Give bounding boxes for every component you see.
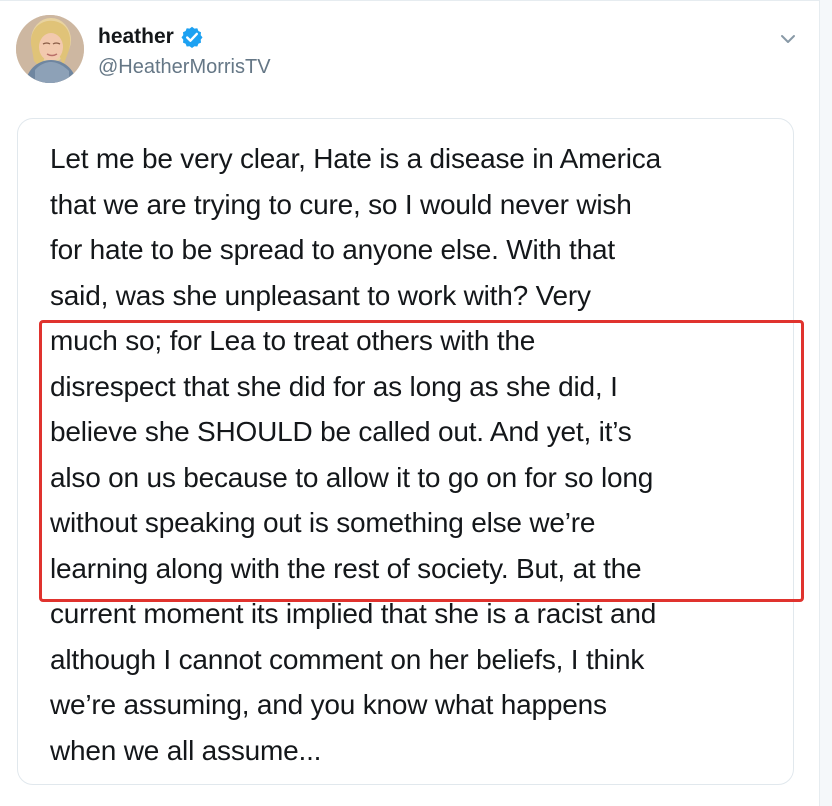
tweet-text-line: we’re assuming, and you know what happen… — [50, 689, 607, 720]
tweet-header: heather @HeatherMorrisTV — [16, 15, 801, 87]
tweet-text: Let me be very clear, Hate is a disease … — [50, 136, 794, 773]
tweet-text-line: for hate to be spread to anyone else. Wi… — [50, 234, 615, 265]
tweet-menu-button[interactable] — [774, 25, 802, 53]
display-name-row: heather — [98, 24, 204, 50]
tweet-text-line: disrespect that she did for as long as s… — [50, 370, 618, 402]
tweet-text-line: believe she SHOULD be called out. And ye… — [50, 416, 632, 447]
tweet-text-line: without speaking out is something else w… — [50, 507, 596, 538]
user-handle[interactable]: @HeatherMorrisTV — [98, 55, 271, 79]
chevron-down-icon — [781, 35, 795, 43]
tweet-text-line: that we are trying to cure, so I would n… — [50, 188, 632, 220]
top-divider — [0, 0, 832, 1]
display-name[interactable]: heather — [98, 24, 174, 50]
tweet-text-line: when we all assume... — [50, 734, 322, 766]
tweet-text-line: although I cannot comment on her beliefs… — [50, 643, 645, 675]
tweet-text-line: said, was she unpleasant to work with? V… — [50, 279, 591, 311]
tweet-text-line: also on us because to allow it to go on … — [50, 461, 654, 493]
scrollbar-track[interactable] — [819, 0, 832, 806]
tweet-screenshot: heather @HeatherMorrisTV Let me be very … — [0, 0, 832, 806]
profile-photo — [16, 15, 84, 83]
avatar[interactable] — [16, 15, 84, 83]
tweet-text-line: Let me be very clear, Hate is a disease … — [50, 143, 661, 174]
tweet-text-line: current moment its implied that she is a… — [50, 598, 657, 629]
tweet-text-line: much so; for Lea to treat others with th… — [50, 325, 536, 356]
verified-badge-icon — [180, 25, 204, 49]
tweet-text-line: learning along with the rest of society.… — [50, 552, 642, 584]
